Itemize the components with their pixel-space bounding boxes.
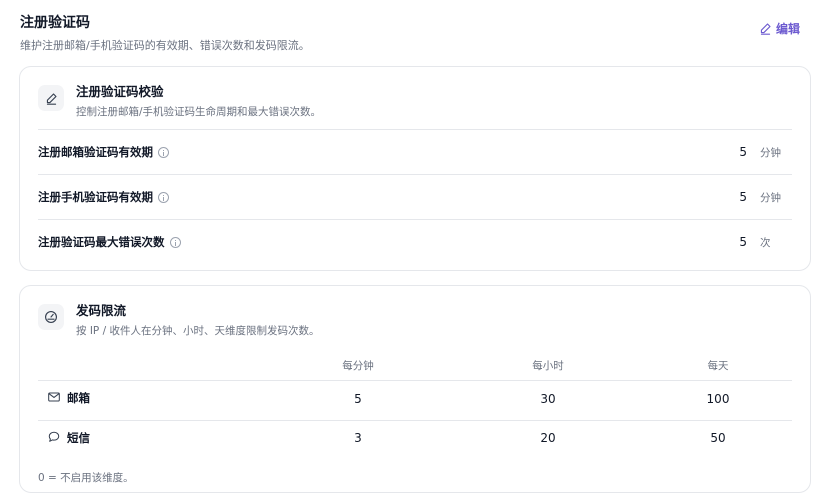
page-subtitle: 维护注册邮箱/手机验证码的有效期、错误次数和发码限流。 (20, 39, 310, 52)
pen-icon (38, 85, 64, 111)
column-header-per-day: 每天 (707, 360, 729, 372)
edit-button-label: 编辑 (775, 22, 800, 36)
column-header-per-hour: 每小时 (532, 360, 564, 372)
rate-row-sms-label: 短信 (48, 430, 90, 446)
message-icon (48, 431, 60, 446)
setting-row-sms-ttl: 注册手机验证码有效期 5 分钟 (38, 174, 792, 219)
setting-label: 注册验证码最大错误次数 (38, 235, 165, 249)
gauge-icon (38, 304, 64, 330)
rate-card-description: 按 IP / 收件人在分钟、小时、天维度限制发码次数。 (76, 325, 320, 337)
edit-button[interactable]: 编辑 (759, 20, 800, 37)
column-header-per-minute: 每分钟 (342, 360, 374, 372)
table-cell: 100 (706, 392, 730, 406)
footnote: 0 = 不启用该维度。 (38, 472, 134, 484)
verify-card-description: 控制注册邮箱/手机验证码生命周期和最大错误次数。 (76, 106, 322, 118)
rate-card-title: 发码限流 (76, 303, 127, 318)
rate-row-email-label: 邮箱 (48, 390, 90, 406)
table-divider (38, 420, 792, 421)
mail-icon (48, 391, 60, 405)
table-cell: 20 (540, 431, 556, 445)
rate-row-label: 邮箱 (67, 391, 90, 405)
setting-row-email-ttl: 注册邮箱验证码有效期 5 分钟 (38, 129, 792, 174)
setting-unit: 分钟 (760, 146, 781, 159)
table-cell: 30 (540, 392, 556, 406)
verify-card: 注册验证码校验 控制注册邮箱/手机验证码生命周期和最大错误次数。 注册邮箱验证码… (19, 66, 811, 271)
info-icon[interactable] (169, 236, 181, 248)
table-cell: 50 (710, 431, 726, 445)
table-divider (38, 380, 792, 381)
table-cell: 3 (354, 431, 362, 445)
setting-value: 5 (739, 145, 747, 159)
verify-card-title: 注册验证码校验 (76, 84, 164, 99)
info-icon[interactable] (158, 146, 169, 158)
rate-row-label: 短信 (67, 431, 90, 445)
rate-card-header: 发码限流 按 IP / 收件人在分钟、小时、天维度限制发码次数。 (38, 303, 319, 338)
info-icon[interactable] (158, 191, 169, 203)
rate-limit-card: 发码限流 按 IP / 收件人在分钟、小时、天维度限制发码次数。 每分钟 每小时… (19, 285, 811, 493)
edit-icon (759, 22, 772, 35)
setting-label: 注册邮箱验证码有效期 (38, 145, 153, 159)
page-title: 注册验证码 (20, 15, 90, 31)
setting-unit: 分钟 (760, 191, 781, 204)
setting-value: 5 (739, 190, 747, 204)
setting-unit: 次 (760, 236, 771, 249)
setting-value: 5 (739, 235, 747, 249)
table-cell: 5 (354, 392, 362, 406)
setting-row-max-errors: 注册验证码最大错误次数 5 次 (38, 219, 792, 264)
verify-card-header: 注册验证码校验 控制注册邮箱/手机验证码生命周期和最大错误次数。 (38, 84, 321, 119)
setting-label: 注册手机验证码有效期 (38, 190, 153, 204)
